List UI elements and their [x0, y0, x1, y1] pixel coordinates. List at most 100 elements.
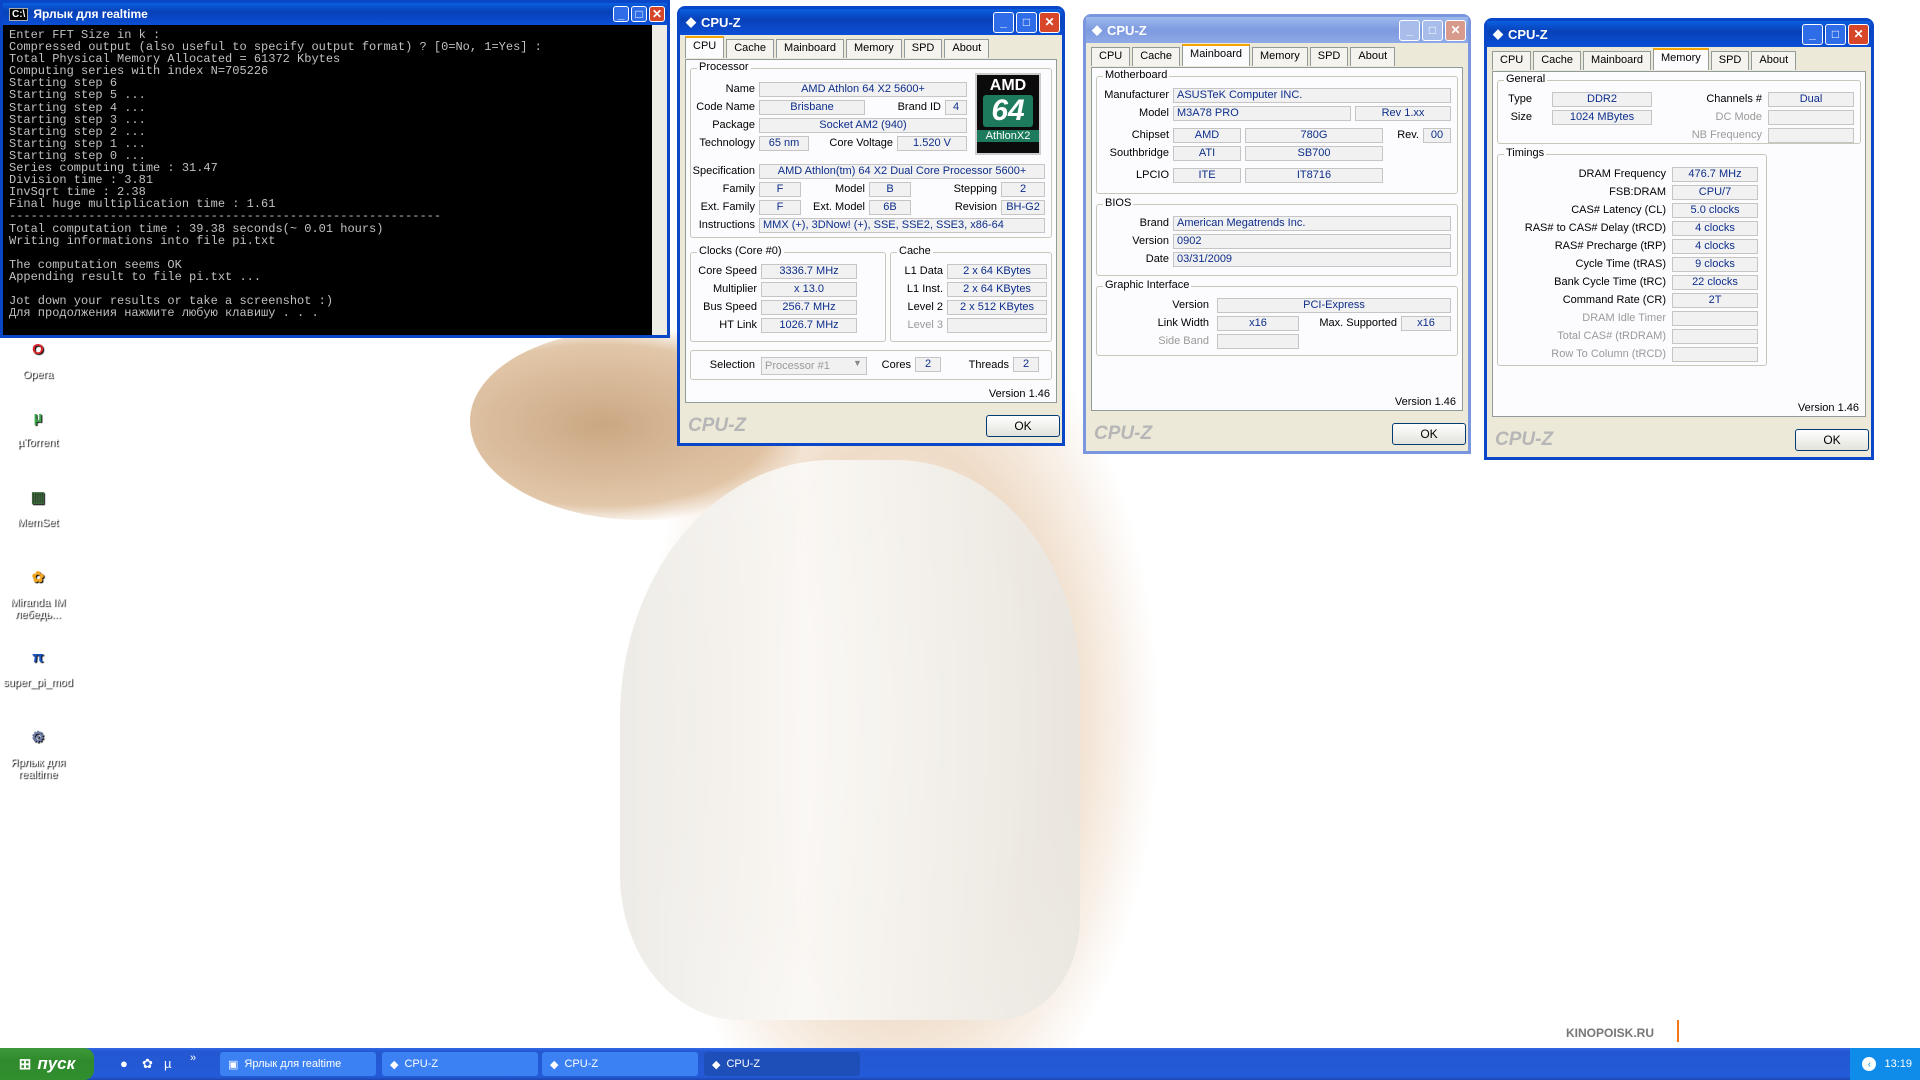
- timing-value: 2T: [1672, 293, 1758, 308]
- tab-memory[interactable]: Memory: [846, 39, 902, 58]
- timing-value: 4 clocks: [1672, 239, 1758, 254]
- miranda-quicklaunch-icon[interactable]: ✿: [142, 1056, 153, 1072]
- close-icon[interactable]: ✕: [1848, 23, 1869, 45]
- taskbar-button[interactable]: ◆ CPU-Z: [542, 1052, 698, 1076]
- tab-about[interactable]: About: [944, 39, 990, 58]
- tab-memory[interactable]: Memory: [1653, 48, 1709, 70]
- multiplier-value: x 13.0: [761, 282, 857, 297]
- tab-panel: Processor Name AMD Athlon 64 X2 5600+ Co…: [685, 59, 1057, 403]
- console-output[interactable]: Enter FFT Size in k : Compressed output (…: [3, 25, 655, 335]
- desktop-icon-label: µTorrent: [17, 437, 59, 449]
- minimize-icon[interactable]: _: [1399, 19, 1420, 41]
- tab-strip: CPU Cache Mainboard Memory SPD About: [680, 35, 1062, 59]
- minimize-icon[interactable]: _: [1802, 23, 1823, 45]
- label: Level 2: [907, 301, 943, 313]
- label: Version: [1172, 299, 1209, 311]
- taskbar-button[interactable]: ▣ Ярлык для realtime: [220, 1052, 376, 1076]
- nb-frequency-value: [1768, 128, 1854, 143]
- tab-about[interactable]: About: [1350, 47, 1396, 66]
- utorrent-quicklaunch-icon[interactable]: µ: [164, 1056, 172, 1071]
- tab-cpu[interactable]: CPU: [1091, 47, 1131, 66]
- l1-inst-value: 2 x 64 KBytes: [947, 282, 1047, 297]
- cpuz-window-mainboard[interactable]: ◆ CPU-Z _ □ ✕ CPU Cache Mainboard Memory SPD…: [1083, 14, 1471, 454]
- desktop-icon[interactable]: ⚙ Ярлык для realtime: [0, 720, 76, 781]
- cpuz-titlebar[interactable]: ◆ CPU-Z _ □ ✕: [1086, 17, 1468, 43]
- ok-button[interactable]: OK: [986, 415, 1060, 437]
- clock: 13:19: [1884, 1058, 1912, 1070]
- tab-spd[interactable]: SPD: [1710, 51, 1750, 70]
- version-label: Version 1.46: [1394, 396, 1456, 408]
- tab-spd[interactable]: SPD: [903, 39, 943, 58]
- lpcio-vendor-value: ITE: [1173, 168, 1241, 183]
- ok-button[interactable]: OK: [1392, 423, 1466, 445]
- tab-cache[interactable]: Cache: [1132, 47, 1181, 66]
- console-scrollbar[interactable]: [652, 25, 667, 335]
- console-line: Total computation time : 39.38 seconds(~…: [9, 221, 384, 236]
- tray-arrow-icon[interactable]: ‹: [1862, 1057, 1877, 1071]
- wallpaper-figure: [620, 460, 1080, 1020]
- cpuz-app-icon: ◆: [390, 1058, 399, 1071]
- close-icon[interactable]: ✕: [1039, 11, 1060, 33]
- maximize-icon[interactable]: □: [1825, 23, 1846, 45]
- close-icon[interactable]: ✕: [1445, 19, 1466, 41]
- minimize-icon[interactable]: _: [613, 6, 629, 22]
- model-revision-value: Rev 1.xx: [1355, 106, 1451, 121]
- start-button[interactable]: ⊞ пуск: [0, 1048, 94, 1080]
- start-label: пуск: [37, 1054, 76, 1073]
- ok-button[interactable]: OK: [1795, 429, 1869, 451]
- desktop-icon[interactable]: ▥ MemSet: [0, 480, 76, 529]
- desktop-icon[interactable]: ✿ Miranda IM лебедь...: [0, 560, 76, 621]
- desktop-icon[interactable]: µ µTorrent: [0, 400, 76, 449]
- label: Brand: [1139, 217, 1169, 229]
- tab-mainboard[interactable]: Mainboard: [1182, 44, 1251, 66]
- bios-version-value: 0902: [1173, 234, 1451, 249]
- taskbar-button-label: CPU-Z: [726, 1058, 761, 1070]
- desktop-icon-label: Miranda IM лебедь...: [10, 597, 66, 621]
- timing-label: Row To Column (tRCD): [1551, 348, 1666, 360]
- maximize-icon[interactable]: □: [1016, 11, 1037, 33]
- processor-select[interactable]: Processor #1: [761, 357, 867, 375]
- console-titlebar[interactable]: C:\ Ярлык для realtime _ □ ✕: [3, 3, 667, 25]
- label: Max. Supported: [1319, 317, 1397, 329]
- group-label: Graphic Interface: [1103, 279, 1192, 291]
- cpuz-window-memory[interactable]: ◆ CPU-Z _ □ ✕ CPU Cache Mainboard Memory SPD…: [1484, 18, 1874, 460]
- taskbar-button[interactable]: ◆ CPU-Z: [382, 1052, 538, 1076]
- taskbar-button[interactable]: ◆ CPU-Z: [704, 1052, 860, 1076]
- close-icon[interactable]: ✕: [649, 6, 665, 22]
- desktop-icon[interactable]: O Opera: [0, 332, 76, 381]
- maximize-icon[interactable]: □: [1422, 19, 1443, 41]
- cpu-name-value: AMD Athlon 64 X2 5600+: [759, 82, 967, 97]
- timing-value: 22 clocks: [1672, 275, 1758, 290]
- tab-mainboard[interactable]: Mainboard: [1583, 51, 1652, 70]
- tab-mainboard[interactable]: Mainboard: [776, 39, 845, 58]
- specification-value: AMD Athlon(tm) 64 X2 Dual Core Processor…: [759, 164, 1045, 179]
- desktop-icon[interactable]: π super_pi_mod: [0, 640, 76, 689]
- tab-spd[interactable]: SPD: [1309, 47, 1349, 66]
- label: Model: [835, 183, 865, 195]
- minimize-icon[interactable]: _: [993, 11, 1014, 33]
- group-label: Clocks (Core #0): [697, 245, 784, 257]
- maximize-icon[interactable]: □: [631, 6, 647, 22]
- cpuz-titlebar[interactable]: ◆ CPU-Z _ □ ✕: [680, 9, 1062, 35]
- tab-about[interactable]: About: [1751, 51, 1797, 70]
- opera-quicklaunch-icon[interactable]: ●: [120, 1056, 128, 1071]
- tab-cache[interactable]: Cache: [726, 39, 775, 58]
- taskbar-button-label: CPU-Z: [564, 1058, 599, 1070]
- cpuz-window-cpu[interactable]: ◆ CPU-Z _ □ ✕ CPU Cache Mainboard Memory SPD…: [677, 6, 1065, 446]
- tab-cpu[interactable]: CPU: [1492, 51, 1532, 70]
- label: Rev.: [1397, 129, 1419, 141]
- label: L1 Inst.: [906, 283, 943, 295]
- quicklaunch-more-icon[interactable]: »: [190, 1052, 196, 1064]
- tab-strip: CPU Cache Mainboard Memory SPD About: [1086, 43, 1468, 67]
- technology-value: 65 nm: [759, 136, 809, 151]
- tab-cache[interactable]: Cache: [1533, 51, 1582, 70]
- label: Side Band: [1158, 335, 1209, 347]
- tab-cpu[interactable]: CPU: [685, 36, 725, 58]
- chevron-down-icon[interactable]: ▼: [853, 358, 862, 368]
- wallpaper-watermark: KINOPOISK.RU: [1566, 1026, 1655, 1040]
- cpuz-titlebar[interactable]: ◆ CPU-Z _ □ ✕: [1487, 21, 1871, 47]
- desktop-icon-label: super_pi_mod: [3, 677, 73, 689]
- console-window[interactable]: C:\ Ярлык для realtime _ □ ✕ Enter FFT S…: [0, 0, 670, 338]
- lpcio-model-value: IT8716: [1245, 168, 1383, 183]
- tab-memory[interactable]: Memory: [1252, 47, 1308, 66]
